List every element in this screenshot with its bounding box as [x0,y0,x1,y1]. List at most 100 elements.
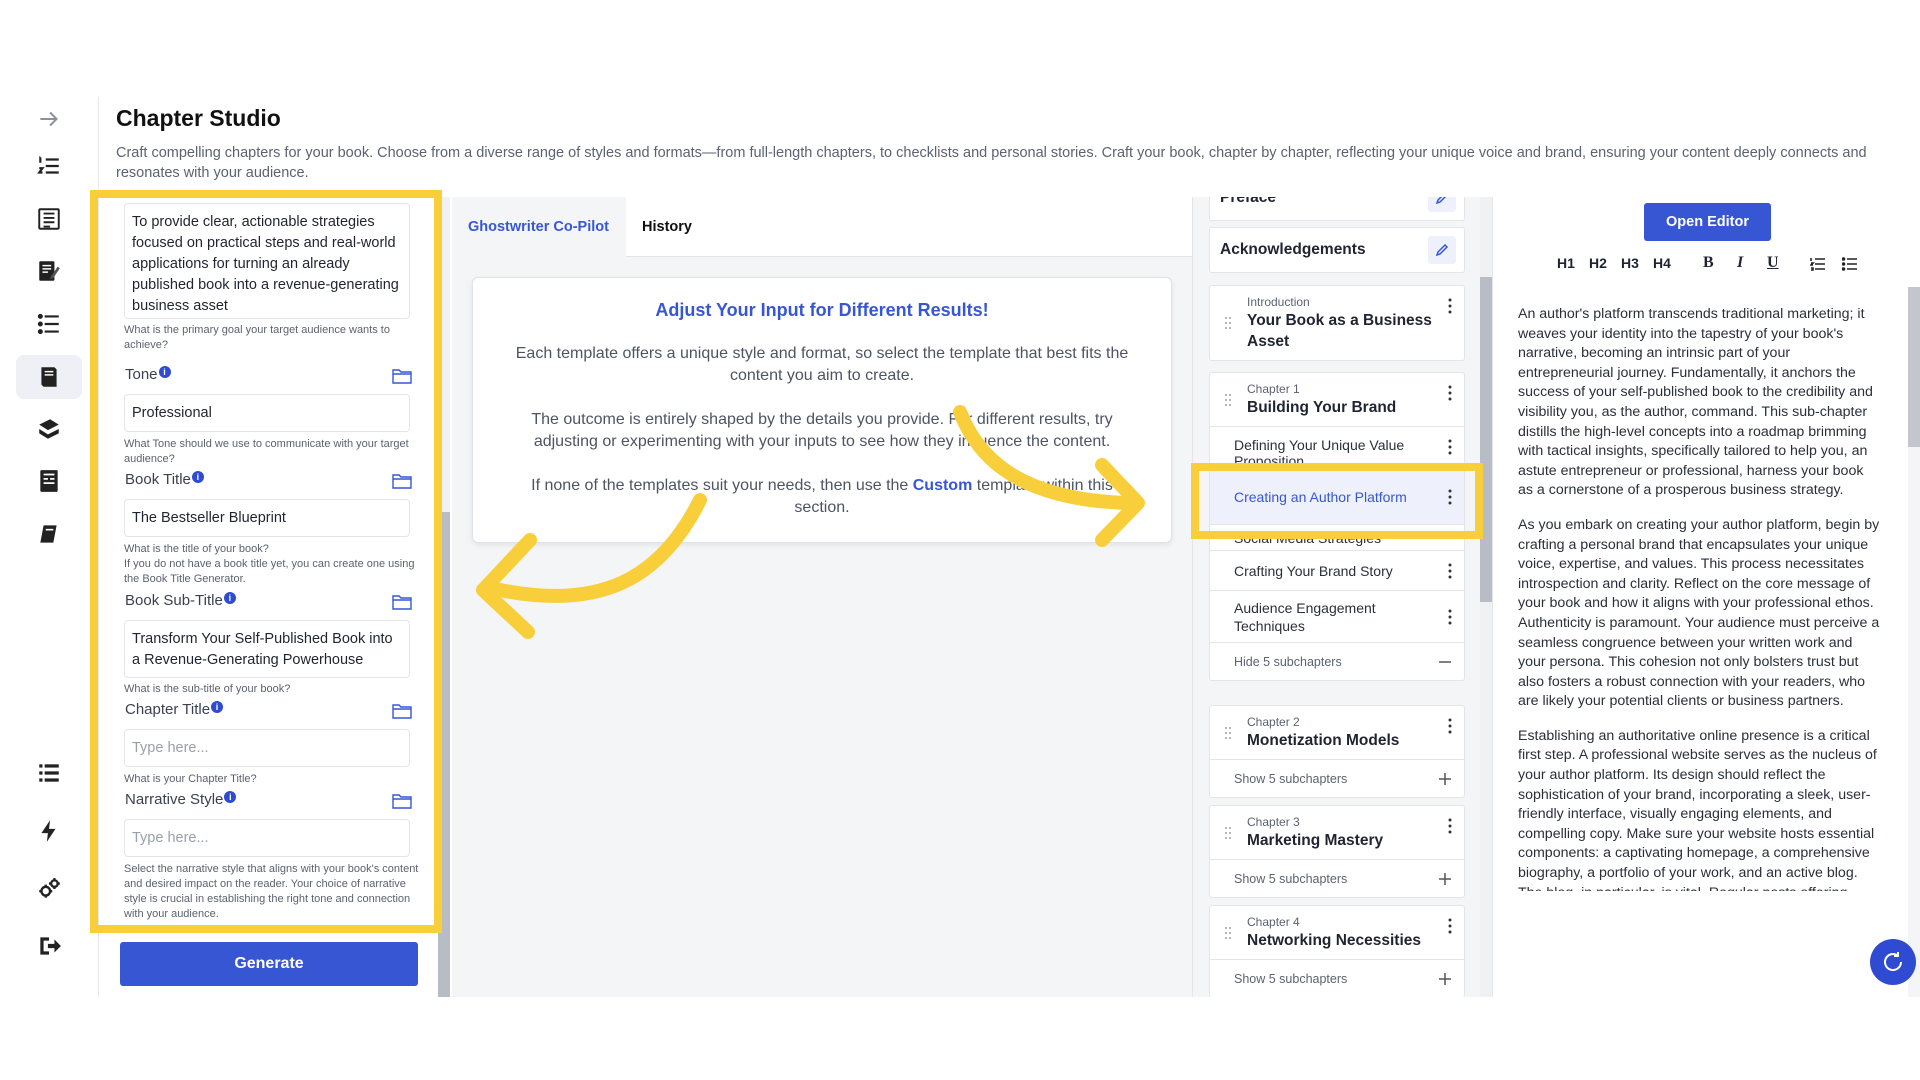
edit-button[interactable] [1428,236,1456,264]
more-options-icon[interactable] [1448,609,1452,625]
hide-subchapters-toggle[interactable]: Hide 5 subchapters [1210,642,1464,680]
tone-field[interactable]: Professional [124,394,410,432]
form-scroll-area[interactable]: To provide clear, actionable strategies … [96,197,436,929]
assistant-button[interactable] [1870,939,1916,985]
info-icon[interactable]: i [223,592,236,604]
info-icon[interactable]: i [224,791,237,803]
form-scrollbar[interactable] [438,197,450,997]
book-subtitle-field[interactable]: Transform Your Self-Published Book into … [124,620,410,678]
editor-scrollbar-thumb[interactable] [1908,287,1920,447]
info-card-text-2: The outcome is entirely shaped by the de… [531,411,1113,450]
book-title-help-2: If you do not have a book title yet, you… [124,558,415,585]
bullet-list-icon[interactable] [1842,257,1858,271]
tab-history[interactable]: History [626,197,708,257]
page-description: Craft compelling chapters for your book.… [116,145,1867,181]
heading-1-button[interactable]: H1 [1557,255,1575,271]
heading-4-button[interactable]: H4 [1653,255,1671,271]
chapter-card-introduction[interactable]: Introduction Your Book as a Business Ass… [1209,285,1465,361]
sidebar-item-books[interactable] [16,407,82,451]
chapter-card-3[interactable]: Chapter 3 Marketing Mastery Show 5 subch… [1209,805,1465,898]
info-icon[interactable]: i [158,366,171,378]
tone-label: Tone i [125,366,171,383]
drag-handle-icon[interactable] [1224,726,1232,740]
info-icon[interactable]: i [211,701,224,713]
sidebar-item-chapters[interactable] [16,302,82,346]
more-options-icon[interactable] [1448,718,1452,734]
folder-icon[interactable] [392,473,412,489]
book-icon [40,525,57,543]
chapter-card-preface[interactable]: Preface [1209,197,1465,221]
info-icon[interactable]: i [191,471,204,483]
folder-icon[interactable] [392,793,412,809]
generate-button[interactable]: Generate [120,942,418,986]
subchapter-item[interactable]: Defining Your Unique Value Proposition [1210,426,1464,468]
editor-content[interactable]: An author's platform transcends traditio… [1518,305,1881,891]
audience-goal-field[interactable]: To provide clear, actionable strategies … [124,203,410,319]
drag-handle-icon[interactable] [1224,316,1232,330]
show-subchapters-toggle[interactable]: Show 5 subchapters [1210,759,1464,797]
logout-button[interactable] [16,924,82,968]
drag-handle-icon[interactable] [1224,926,1232,940]
chapter-title-field[interactable]: Type here... [124,729,410,767]
minus-icon [1439,661,1451,663]
editor-scrollbar[interactable] [1908,287,1920,997]
more-options-icon[interactable] [1448,439,1452,455]
chapter-kicker: Chapter 3 [1247,815,1300,829]
expand-sidebar-button[interactable] [16,97,82,141]
chapter-list-scrollbar-thumb[interactable] [1480,277,1492,602]
subchapter-item[interactable]: Social Media Strategies [1210,524,1464,550]
heading-2-button[interactable]: H2 [1589,255,1607,271]
folder-icon[interactable] [392,703,412,719]
narrative-style-label: Narrative Style i [125,791,237,808]
info-card-text-3: If none of the templates suit your needs… [531,477,1113,516]
more-options-icon[interactable] [1448,563,1452,579]
sidebar-item-write[interactable] [16,249,82,293]
sidebar-item-automation[interactable] [16,809,82,853]
chapter-kicker: Chapter 4 [1247,915,1300,929]
sidebar-item-settings[interactable] [16,867,82,911]
chapter-header: Chapter 3 Marketing Mastery [1210,806,1464,859]
show-subchapters-toggle[interactable]: Show 5 subchapters [1210,959,1464,997]
subchapter-item[interactable]: Audience Engagement Techniques [1210,590,1464,642]
plus-icon [1439,773,1451,785]
editor-paragraph: Establishing an authoritative online pre… [1518,727,1877,891]
more-options-icon[interactable] [1448,918,1452,934]
chapter-card-2[interactable]: Chapter 2 Monetization Models Show 5 sub… [1209,705,1465,798]
more-options-icon[interactable] [1448,489,1452,505]
sidebar-item-publish[interactable] [16,512,82,556]
folder-icon[interactable] [392,368,412,384]
ordered-list-icon[interactable] [1810,257,1826,271]
form-scrollbar-thumb[interactable] [438,512,450,997]
chapter-list-scrollbar[interactable] [1480,197,1492,997]
sidebar-item-list[interactable] [16,751,82,795]
book-title-field[interactable]: The Bestseller Blueprint [124,499,410,537]
folder-icon[interactable] [392,594,412,610]
italic-button[interactable]: I [1737,254,1743,272]
more-options-icon[interactable] [1448,818,1452,834]
show-subchapters-toggle[interactable]: Show 5 subchapters [1210,859,1464,897]
drag-handle-icon[interactable] [1224,826,1232,840]
edit-button[interactable] [1428,197,1456,212]
info-card: Adjust Your Input for Different Results!… [472,277,1172,543]
sidebar-item-chapter-studio[interactable] [16,355,82,399]
custom-template-link[interactable]: Custom [913,477,973,494]
subchapter-item-selected[interactable]: Creating an Author Platform [1210,468,1464,524]
chapter-card-acknowledgements[interactable]: Acknowledgements [1209,227,1465,273]
subchapter-item[interactable]: Crafting Your Brand Story [1210,550,1464,590]
book-subtitle-help: What is the sub-title of your book? [124,683,291,695]
chapter-card-4[interactable]: Chapter 4 Networking Necessities Show 5 … [1209,905,1465,997]
drag-handle-icon[interactable] [1224,393,1232,407]
sidebar-item-outline[interactable] [16,144,82,188]
more-options-icon[interactable] [1448,298,1452,314]
narrative-style-field[interactable]: Type here... [124,819,410,857]
bold-button[interactable]: B [1703,254,1714,272]
tab-ghostwriter-copilot[interactable]: Ghostwriter Co-Pilot [452,197,626,257]
chapter-card-1[interactable]: Chapter 1 Building Your Brand Defining Y… [1209,372,1465,681]
underline-button[interactable]: U [1767,254,1779,272]
sidebar-item-toc[interactable] [16,197,82,241]
more-options-icon[interactable] [1448,385,1452,401]
open-editor-button[interactable]: Open Editor [1644,203,1771,241]
sidebar-item-layout[interactable] [16,459,82,503]
heading-3-button[interactable]: H3 [1621,255,1639,271]
refresh-icon [1884,952,1903,971]
